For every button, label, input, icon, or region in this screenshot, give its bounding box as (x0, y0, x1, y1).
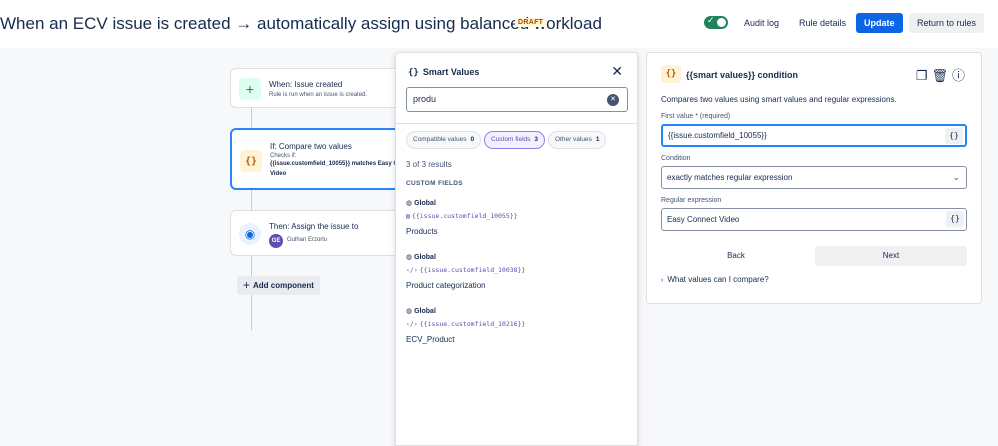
item-code: ▥ {{issue.customfield_10055}} (406, 212, 628, 220)
rule-details-button[interactable]: Rule details (793, 13, 852, 33)
braces-icon[interactable]: {} (945, 128, 963, 144)
item-code: ‹/› {{issue.customfield_10216}} (406, 320, 628, 328)
condition-checks: Checks if: (270, 153, 297, 159)
divider (396, 123, 637, 124)
globe-icon: ◍ (406, 254, 413, 261)
scope-label: Global (414, 254, 436, 261)
regex-label: Regular expression (661, 197, 722, 204)
condition-panel-title: {{smart values}} condition (686, 70, 799, 80)
first-value-input[interactable]: {{issue.customfield_10055}} {} (661, 124, 967, 147)
chip-other-values[interactable]: Other values 1 (548, 131, 607, 149)
clear-icon[interactable]: ✕ (607, 94, 619, 106)
close-icon[interactable]: ✕ (611, 63, 623, 80)
plus-icon: + (239, 78, 261, 100)
condition-label: Condition (661, 155, 691, 162)
field-icon: ‹/› (406, 266, 418, 274)
smart-values-header: {} Smart Values (408, 67, 479, 78)
braces-icon[interactable]: {} (946, 211, 964, 227)
section-heading: CUSTOM FIELDS (406, 180, 463, 187)
rule-title: When an ECV issue is created → automatic… (0, 14, 602, 33)
trigger-subtitle: Rule is run when an issue is created. (269, 92, 368, 98)
condition-card[interactable]: {} If: Compare two values Checks if: {{i… (230, 128, 417, 190)
smart-values-panel: {} Smart Values ✕ produ ✕ Compatible valu… (395, 52, 638, 446)
condition-value: exactly matches regular expression (667, 173, 793, 182)
update-button[interactable]: Update (856, 13, 903, 33)
globe-icon: ◍ (406, 200, 413, 207)
item-name: ECV_Product (406, 335, 455, 344)
chip-custom-fields[interactable]: Custom fields 3 (484, 131, 545, 149)
toggle-knob (717, 18, 726, 27)
panel-toolbar: ❐ 🗑 ⓘ (912, 65, 965, 84)
chip-count: 1 (595, 136, 600, 143)
help-icon[interactable]: ⓘ (952, 68, 965, 83)
scope-label: Global (414, 308, 436, 315)
chip-label: Other values (555, 136, 592, 143)
chip-count: 3 (534, 136, 538, 143)
avatar: GE (269, 234, 283, 248)
list-item[interactable]: ◍ Global ‹/› {{issue.customfield_10216}} E… (406, 307, 628, 344)
top-bar: When an ECV issue is created → automatic… (0, 0, 998, 48)
chip-label: Custom fields (491, 136, 531, 143)
back-button[interactable]: Back (661, 246, 811, 266)
scope-label: Global (414, 200, 436, 207)
item-name: Product categorization (406, 281, 486, 290)
code-label: {{issue.customfield_10038}} (419, 266, 526, 274)
item-scope: ◍ Global (406, 307, 628, 315)
chip-count: 0 (470, 136, 475, 143)
braces-icon: {} (240, 150, 262, 172)
item-scope: ◍ Global (406, 253, 628, 261)
action-card[interactable]: ◉ Then: Assign the issue to GE Gulhan Er… (230, 210, 400, 256)
compare-help-label: What values can I compare? (667, 275, 769, 284)
condition-select[interactable]: exactly matches regular expression ⌄ (661, 166, 967, 189)
trigger-card[interactable]: + When: Issue created Rule is run when a… (230, 68, 400, 108)
action-title: Then: Assign the issue to (269, 222, 359, 231)
code-label: {{issue.customfield_10216}} (419, 320, 526, 328)
search-value: produ (413, 94, 437, 104)
return-to-rules-button[interactable]: Return to rules (909, 13, 985, 33)
trigger-title: When: Issue created (269, 80, 343, 89)
first-value-label: First value * (required) (661, 113, 730, 120)
assignee-name: Gulhan Erzorlu (287, 237, 328, 243)
chevron-down-icon: ⌄ (952, 172, 960, 182)
required-hint: (required) (699, 113, 731, 120)
results-count: 3 of 3 results (406, 160, 452, 169)
condition-expression-cont: Video (270, 171, 287, 177)
trash-icon[interactable]: 🗑 (931, 68, 948, 83)
list-item[interactable]: ◍ Global ▥ {{issue.customfield_10055}} Pro… (406, 199, 628, 236)
braces-icon: {} (661, 65, 681, 83)
chip-compatible-values[interactable]: Compatible values 0 (406, 131, 482, 149)
braces-icon: {} (408, 68, 419, 78)
regex-input[interactable]: Easy Connect Video {} (661, 208, 967, 231)
smart-values-title: Smart Values (422, 67, 480, 77)
regex-value: Easy Connect Video (667, 215, 740, 224)
first-value-label-text: First value * (661, 113, 698, 120)
add-component-button[interactable]: + Add component (237, 276, 320, 295)
condition-title: If: Compare two values (270, 142, 352, 151)
compare-help-toggle[interactable]: › What values can I compare? (661, 275, 769, 284)
field-icon: ‹/› (406, 320, 418, 328)
toggle-check-icon: ✓ (707, 15, 715, 25)
next-button[interactable]: Next (815, 246, 967, 266)
chevron-right-icon: › (661, 277, 664, 284)
chip-label: Compatible values (413, 136, 467, 143)
first-value-text: {{issue.customfield_10055}} (668, 131, 767, 140)
add-component-label: Add component (253, 281, 314, 290)
globe-icon: ◍ (406, 308, 413, 315)
list-item[interactable]: ◍ Global ‹/› {{issue.customfield_10038}} P… (406, 253, 628, 290)
plus-icon: + (243, 278, 251, 292)
condition-description: Compares two values using smart values a… (661, 95, 897, 104)
user-icon: ◉ (239, 223, 261, 245)
item-code: ‹/› {{issue.customfield_10038}} (406, 266, 628, 274)
item-name: Products (406, 227, 438, 236)
smart-values-search-input[interactable]: produ ✕ (406, 87, 628, 112)
code-label: {{issue.customfield_10055}} (411, 212, 518, 220)
copy-icon[interactable]: ❐ (916, 68, 928, 83)
rule-enabled-toggle[interactable]: ✓ (704, 15, 728, 29)
audit-log-button[interactable]: Audit log (738, 13, 785, 33)
condition-panel: {} {{smart values}} condition ❐ 🗑 ⓘ Compar… (646, 52, 982, 304)
item-scope: ◍ Global (406, 199, 628, 207)
field-icon: ▥ (406, 212, 410, 220)
draft-badge: DRAFT (515, 18, 547, 27)
